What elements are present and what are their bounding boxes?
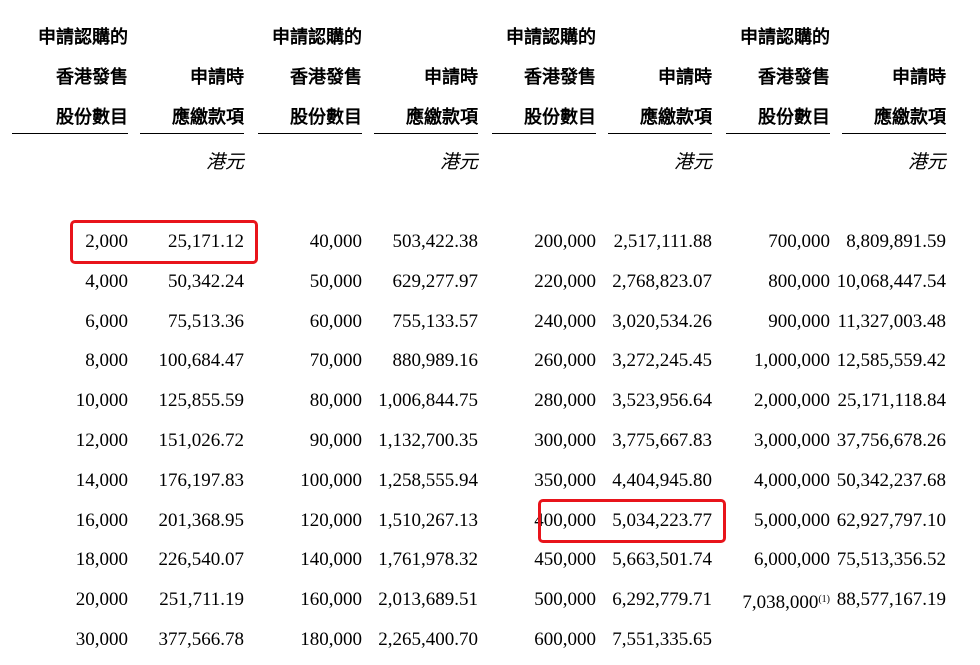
amount-cell: 11,327,003.48 <box>837 310 946 332</box>
table-row: 12,000 151,026.72 90,000 1,132,700.35 300,00… <box>0 427 980 455</box>
amount-cell: 75,513,356.52 <box>836 549 946 571</box>
amount-cell: 88,577,167.19 <box>836 589 946 611</box>
table-row: 14,000 176,197.83 100,000 1,258,555.94 350,0… <box>0 467 980 495</box>
unit-label-4: 港元 <box>907 151 946 173</box>
header-amount-line: 申請時 <box>892 67 946 88</box>
amount-cell: 25,171,118.84 <box>837 390 946 412</box>
unit-label-3: 港元 <box>673 151 712 173</box>
unit-label-2: 港元 <box>439 151 478 173</box>
table-row: 20,000 251,711.19 160,000 2,013,689.51 500,0… <box>0 586 980 614</box>
header-amount-4: 申請時應繳款項 <box>796 58 946 138</box>
header-rule <box>374 133 478 134</box>
header-rule <box>842 133 946 134</box>
table-row: 18,000 226,540.07 140,000 1,761,978.32 450,0… <box>0 546 980 574</box>
amount-cell: 37,756,678.26 <box>836 430 946 451</box>
table-row: 8,000 100,684.47 70,000 880,989.16 260,000 3,… <box>0 347 980 375</box>
unit-label-1: 港元 <box>205 151 244 173</box>
highlight-box <box>538 498 726 543</box>
highlight-box <box>70 220 258 264</box>
header-amount-line: 應繳款項 <box>874 107 946 128</box>
header-rule <box>12 133 128 134</box>
table-row: 4,000 50,342.24 50,000 629,277.97 220,000 2,7… <box>0 268 980 296</box>
header-rule <box>608 133 712 134</box>
header-shares-line: 申請認購的 <box>272 27 362 48</box>
table-row: 10,000 125,855.59 80,000 1,006,844.75 280,00… <box>0 387 980 415</box>
amount-cell: 12,585,559.42 <box>836 350 946 372</box>
allotment-table: 申請認購的 香港發售 股份數目 申請時 應繳款項 港元 申請認購的 香港發售 股份數目 申請時 應繳… <box>0 0 980 665</box>
amount-cell: 62,927,797.10 <box>836 509 946 531</box>
table-row: 16,000 201,368.95 120,000 1,510,267.13 400,0… <box>0 507 980 535</box>
amount-cell <box>786 626 946 654</box>
header-shares-line: 申請認購的 <box>506 27 596 48</box>
table-row: 30,000 377,566.78 180,000 2,265,400.70 600,0… <box>0 626 980 654</box>
amount-cell: 8,809,891.59 <box>846 231 946 252</box>
amount-cell: 50,342,237.68 <box>836 469 946 491</box>
header-shares-line: 申請認購的 <box>38 27 128 48</box>
header-rule <box>726 133 830 134</box>
header-rule <box>258 133 362 134</box>
header-shares-line: 申請認購的 <box>740 27 830 48</box>
header-rule <box>492 133 596 134</box>
header-rule <box>140 133 244 134</box>
table-row: 6,000 75,513.36 60,000 755,133.57 240,000 3,0… <box>0 308 980 336</box>
amount-cell: 10,068,447.54 <box>836 270 946 292</box>
